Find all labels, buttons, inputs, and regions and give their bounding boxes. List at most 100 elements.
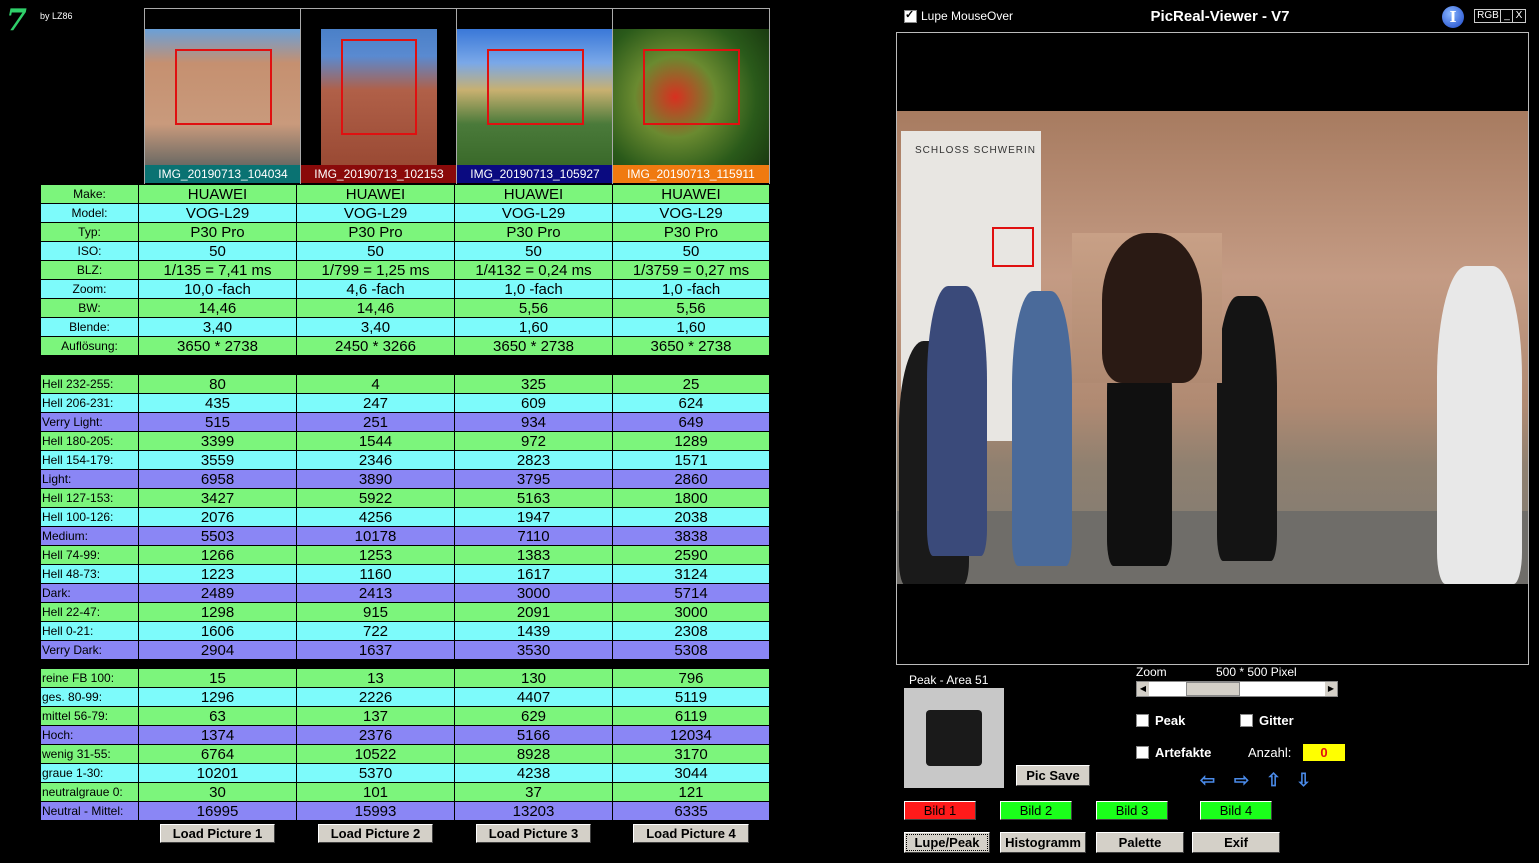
pic-save-button[interactable]: Pic Save	[1016, 765, 1090, 786]
image-viewer[interactable]: SCHLOSS SCHWERIN	[896, 32, 1529, 665]
table-cell: 4407	[454, 687, 613, 707]
arrow-left-icon[interactable]: ⇦	[1200, 770, 1215, 791]
table-cell: 796	[612, 668, 770, 688]
table-cell: VOG-L29	[138, 203, 297, 223]
table-cell: 6764	[138, 744, 297, 764]
row-label: Hell 48-73:	[40, 564, 139, 584]
table-row: Hoch: 1374 2376 5166 12034	[40, 725, 770, 745]
table-row: Typ: P30 Pro P30 Pro P30 Pro P30 Pro	[40, 222, 770, 242]
table-row: Make: HUAWEI HUAWEI HUAWEI HUAWEI	[40, 184, 770, 204]
thumbnail-1[interactable]: IMG_20190713_104034	[144, 8, 302, 185]
table-cell: 1266	[138, 545, 297, 565]
table-cell: 1383	[454, 545, 613, 565]
artefakte-checkbox[interactable]	[1136, 746, 1149, 759]
exif-button[interactable]: Exif	[1192, 832, 1280, 853]
table-row: neutralgraue 0: 30 101 37 121	[40, 782, 770, 802]
table-row: Hell 232-255: 80 4 325 25	[40, 374, 770, 394]
table-row: Verry Light: 515 251 934 649	[40, 412, 770, 432]
bild-2-button[interactable]: Bild 2	[1000, 801, 1072, 820]
peak-option[interactable]: Peak	[1136, 713, 1185, 728]
table-cell: 50	[296, 241, 455, 261]
table-cell: 10522	[296, 744, 455, 764]
table-cell: HUAWEI	[138, 184, 297, 204]
lupe-mouseover-checkbox[interactable]	[904, 8, 917, 23]
slider-left-arrow[interactable]: ◀	[1137, 682, 1149, 696]
arrow-up-icon[interactable]: ⇧	[1266, 770, 1281, 791]
table-cell: 2376	[296, 725, 455, 745]
table-cell: 2904	[138, 640, 297, 660]
gitter-checkbox[interactable]	[1240, 714, 1253, 727]
table-cell: 251	[296, 412, 455, 432]
table-cell: 37	[454, 782, 613, 802]
bild-3-button[interactable]: Bild 3	[1096, 801, 1168, 820]
table-cell: 1/799 = 1,25 ms	[296, 260, 455, 280]
lupe-mouseover-toggle[interactable]: Lupe MouseOver	[904, 8, 1013, 23]
table-cell: 7110	[454, 526, 613, 546]
gitter-option-label: Gitter	[1259, 713, 1294, 728]
table-row: Hell 0-21: 1606 722 1439 2308	[40, 621, 770, 641]
bild-1-button[interactable]: Bild 1	[904, 801, 976, 820]
table-cell: 8928	[454, 744, 613, 764]
gitter-option[interactable]: Gitter	[1240, 713, 1294, 728]
peak-checkbox[interactable]	[1136, 714, 1149, 727]
arrow-down-icon[interactable]: ⇩	[1296, 770, 1311, 791]
table-cell: 6335	[612, 801, 770, 821]
table-cell: 3890	[296, 469, 455, 489]
table-cell: 5,56	[612, 298, 770, 318]
table-cell: 1296	[138, 687, 297, 707]
table-cell: 14,46	[138, 298, 297, 318]
table-cell: 624	[612, 393, 770, 413]
row-label: Hell 74-99:	[40, 545, 139, 565]
close-button[interactable]: X	[1512, 9, 1526, 23]
table-row: Light: 6958 3890 3795 2860	[40, 469, 770, 489]
viewer-image[interactable]: SCHLOSS SCHWERIN	[897, 111, 1528, 584]
lupe-peak-button[interactable]: Lupe/Peak	[904, 832, 990, 853]
load-picture-2-button[interactable]: Load Picture 2	[317, 824, 434, 843]
zoom-label: Zoom	[1136, 665, 1167, 679]
histogramm-button[interactable]: Histogramm	[1000, 832, 1086, 853]
load-picture-1-button[interactable]: Load Picture 1	[159, 824, 276, 843]
load-picture-4-button[interactable]: Load Picture 4	[633, 824, 749, 843]
table-cell: HUAWEI	[296, 184, 455, 204]
table-cell: 2590	[612, 545, 770, 565]
table-row: Hell 100-126: 2076 4256 1947 2038	[40, 507, 770, 527]
info-icon[interactable]: I	[1442, 6, 1464, 28]
table-cell: 1298	[138, 602, 297, 622]
person	[1012, 291, 1072, 566]
thumbnail-3[interactable]: IMG_20190713_105927	[456, 8, 614, 185]
row-label: Blende:	[40, 317, 139, 337]
table-cell: 2489	[138, 583, 297, 603]
artefakte-option[interactable]: Artefakte	[1136, 745, 1211, 760]
bild-4-button[interactable]: Bild 4	[1200, 801, 1272, 820]
table-cell: 15	[138, 668, 297, 688]
rgb-button[interactable]: RGB	[1474, 9, 1502, 23]
table-cell: 649	[612, 412, 770, 432]
table-cell: 3170	[612, 744, 770, 764]
table-cell: VOG-L29	[454, 203, 613, 223]
table-row: Hell 180-205: 3399 1544 972 1289	[40, 431, 770, 451]
row-label: Hell 154-179:	[40, 450, 139, 470]
table-cell: 10178	[296, 526, 455, 546]
table-row: Auflösung: 3650 * 2738 2450 * 3266 3650 * 2…	[40, 336, 770, 356]
table-cell: 1,0 -fach	[612, 279, 770, 299]
table-cell: 1223	[138, 564, 297, 584]
window-title: PicReal-Viewer - V7	[1150, 8, 1290, 25]
arrow-right-icon[interactable]: ⇨	[1234, 770, 1249, 791]
table-cell: 63	[138, 706, 297, 726]
table-cell: 3838	[612, 526, 770, 546]
magnifier-preview	[1072, 233, 1222, 383]
row-label: Make:	[40, 184, 139, 204]
row-label: Typ:	[40, 222, 139, 242]
slider-right-arrow[interactable]: ▶	[1325, 682, 1337, 696]
zoom-slider[interactable]: ◀ ▶	[1136, 681, 1338, 697]
thumbnail-label-2: IMG_20190713_102153	[301, 165, 457, 183]
thumbnail-4[interactable]: IMG_20190713_115911	[612, 8, 770, 185]
load-picture-3-button[interactable]: Load Picture 3	[475, 824, 592, 843]
palette-button[interactable]: Palette	[1096, 832, 1184, 853]
row-label: Neutral - Mittel:	[40, 801, 139, 821]
slider-thumb[interactable]	[1186, 682, 1240, 696]
thumbnail-2[interactable]: IMG_20190713_102153	[300, 8, 458, 185]
table-cell: 1439	[454, 621, 613, 641]
ground	[897, 511, 1528, 584]
table-cell: 722	[296, 621, 455, 641]
